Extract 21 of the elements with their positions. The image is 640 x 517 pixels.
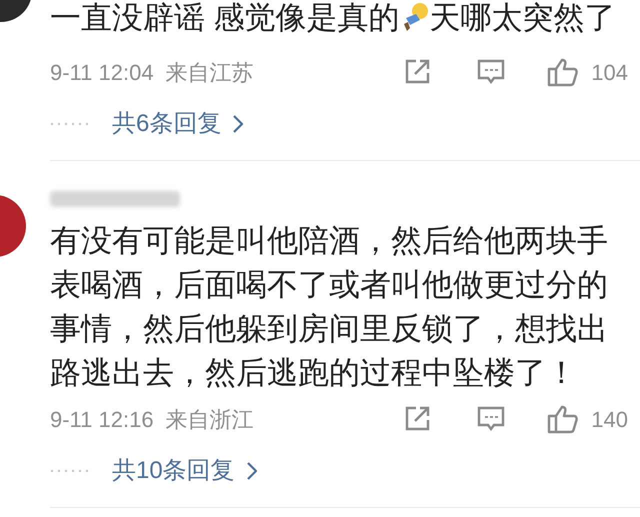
thumbs-up-icon[interactable] (547, 404, 580, 434)
share-icon[interactable] (403, 58, 432, 86)
like-count: 104 (591, 58, 628, 86)
share-icon[interactable] (403, 405, 432, 433)
comment-text: 有没有可能是叫他陪酒，然后给他两块手表喝酒，后面喝不了或者叫他做更过分的事情，然后他躲到房间里反锁了，想找出路逃出去，然后逃跑的过程中坠楼了！ (50, 222, 609, 392)
like-count: 140 (591, 406, 628, 434)
comment-time: 9-11 12:16 (50, 406, 154, 434)
dotted-line-icon (50, 469, 90, 473)
chevron-right-icon (233, 115, 244, 133)
comment-time: 9-11 12:04 (50, 58, 154, 86)
comment-location: 来自江苏 (166, 58, 254, 86)
comment-location: 来自浙江 (166, 406, 254, 434)
chevron-right-icon (246, 462, 257, 480)
dotted-line-icon (50, 122, 90, 126)
replies-link[interactable]: 共10条回复 (112, 453, 257, 489)
comment-text: 天哪太突然了 (430, 0, 616, 36)
replies-link[interactable]: 共6条回复 (112, 106, 244, 142)
comment-text: 一直没辟谣 感觉像是真的 (50, 0, 400, 36)
comment-icon[interactable] (477, 58, 506, 86)
thumbs-up-icon[interactable] (547, 57, 580, 87)
comment-icon[interactable] (477, 405, 506, 433)
